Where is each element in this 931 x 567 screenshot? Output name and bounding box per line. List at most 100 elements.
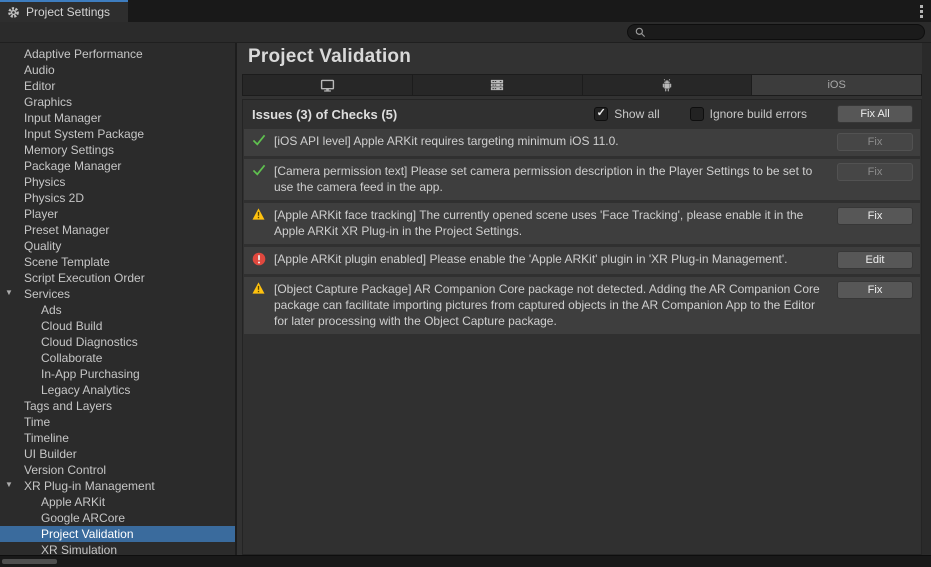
- foldout-triangle-icon[interactable]: ▼: [5, 480, 13, 489]
- edit-button[interactable]: Edit: [837, 251, 913, 269]
- sidebar-item-label: Scene Template: [24, 255, 110, 269]
- fix-button[interactable]: Fix: [837, 207, 913, 225]
- tab-desktop[interactable]: [243, 75, 413, 95]
- issue-row[interactable]: [Object Capture Package] AR Companion Co…: [244, 277, 920, 334]
- sidebar-item-in-app-purchasing[interactable]: In-App Purchasing: [0, 366, 235, 382]
- sidebar-item-ui-builder[interactable]: UI Builder: [0, 446, 235, 462]
- sidebar-item-label: Legacy Analytics: [41, 383, 130, 397]
- sidebar-item-label: Timeline: [24, 431, 69, 445]
- sidebar-item-tags-and-layers[interactable]: Tags and Layers: [0, 398, 235, 414]
- sidebar-item-timeline[interactable]: Timeline: [0, 430, 235, 446]
- sidebar-item-legacy-analytics[interactable]: Legacy Analytics: [0, 382, 235, 398]
- sidebar-item-apple-arkit[interactable]: Apple ARKit: [0, 494, 235, 510]
- sidebar-item-label: Project Validation: [41, 527, 134, 541]
- sidebar-item-label: Audio: [24, 63, 55, 77]
- sidebar-item-label: In-App Purchasing: [41, 367, 140, 381]
- sidebar-item-audio[interactable]: Audio: [0, 62, 235, 78]
- ignore-build-errors-label: Ignore build errors: [710, 107, 807, 121]
- sidebar-item-label: XR Simulation: [41, 543, 117, 555]
- sidebar-item-script-execution-order[interactable]: Script Execution Order: [0, 270, 235, 286]
- search-input[interactable]: [650, 26, 917, 38]
- sidebar-item-time[interactable]: Time: [0, 414, 235, 430]
- check-icon: [251, 133, 266, 146]
- page-title: Project Validation: [242, 44, 922, 74]
- tab-ios[interactable]: iOS: [752, 75, 921, 95]
- sidebar-item-label: Version Control: [24, 463, 106, 477]
- ignore-build-errors-toggle[interactable]: ✓ Ignore build errors: [690, 107, 807, 121]
- fix-button[interactable]: Fix: [837, 163, 913, 181]
- sidebar-item-quality[interactable]: Quality: [0, 238, 235, 254]
- tab-android[interactable]: [583, 75, 753, 95]
- issue-row[interactable]: [Camera permission text] Please set came…: [244, 159, 920, 200]
- sidebar-item-player[interactable]: Player: [0, 206, 235, 222]
- sidebar-item-xr-plug-in-management[interactable]: ▼ XR Plug-in Management: [0, 478, 235, 494]
- sidebar-item-label: Services: [24, 287, 70, 301]
- sidebar-item-label: Physics: [24, 175, 65, 189]
- sidebar-item-project-validation[interactable]: Project Validation: [0, 526, 235, 542]
- sidebar-item-graphics[interactable]: Graphics: [0, 94, 235, 110]
- sidebar-item-adaptive-performance[interactable]: Adaptive Performance: [0, 46, 235, 62]
- show-all-checkbox[interactable]: ✓: [594, 107, 608, 121]
- platform-tabs: iOS: [242, 74, 922, 96]
- sidebar-item-xr-simulation[interactable]: XR Simulation: [0, 542, 235, 555]
- issue-text: [Object Capture Package] AR Companion Co…: [274, 281, 825, 329]
- sidebar-item-memory-settings[interactable]: Memory Settings: [0, 142, 235, 158]
- sidebar-item-label: Script Execution Order: [24, 271, 145, 285]
- project-settings-window: Project Settings Adaptive PerformanceAud…: [0, 0, 931, 567]
- sidebar-item-label: Memory Settings: [24, 143, 114, 157]
- issue-row[interactable]: [Apple ARKit plugin enabled] Please enab…: [244, 247, 920, 274]
- sidebar-item-label: Quality: [24, 239, 61, 253]
- sidebar-list: Adaptive PerformanceAudio Editor Graphics I…: [0, 46, 235, 555]
- sidebar-item-label: Apple ARKit: [41, 495, 105, 509]
- sidebar-item-cloud-diagnostics[interactable]: Cloud Diagnostics: [0, 334, 235, 350]
- sidebar-item-scene-template[interactable]: Scene Template: [0, 254, 235, 270]
- sidebar-item-services[interactable]: ▼ Services: [0, 286, 235, 302]
- window-tab-project-settings[interactable]: Project Settings: [0, 0, 128, 22]
- issue-row[interactable]: [iOS API level] Apple ARKit requires tar…: [244, 129, 920, 156]
- sidebar-item-label: Editor: [24, 79, 55, 93]
- toolbar: [0, 22, 931, 43]
- issue-text: [Camera permission text] Please set came…: [274, 163, 825, 195]
- sidebar-item-physics[interactable]: Physics: [0, 174, 235, 190]
- sidebar-item-preset-manager[interactable]: Preset Manager: [0, 222, 235, 238]
- tab-dedicated-server[interactable]: [413, 75, 583, 95]
- sidebar-item-cloud-build[interactable]: Cloud Build: [0, 318, 235, 334]
- kebab-menu-icon[interactable]: [911, 0, 931, 22]
- sidebar-item-version-control[interactable]: Version Control: [0, 462, 235, 478]
- sidebar-item-label: UI Builder: [24, 447, 77, 461]
- search-box[interactable]: [627, 24, 925, 40]
- validation-panel: Issues (3) of Checks (5) ✓ Show all ✓ Ig…: [242, 99, 922, 555]
- sidebar-item-ads[interactable]: Ads: [0, 302, 235, 318]
- check-icon: [251, 163, 266, 176]
- issue-text: [Apple ARKit plugin enabled] Please enab…: [274, 251, 825, 267]
- show-all-toggle[interactable]: ✓ Show all: [594, 107, 659, 121]
- sidebar-item-editor[interactable]: Editor: [0, 78, 235, 94]
- sidebar-item-package-manager[interactable]: Package Manager: [0, 158, 235, 174]
- gear-icon: [7, 6, 20, 19]
- sidebar-item-physics-2d[interactable]: Physics 2D: [0, 190, 235, 206]
- fix-button[interactable]: Fix: [837, 281, 913, 299]
- tab-ios-label: iOS: [827, 79, 845, 91]
- issue-row[interactable]: [Apple ARKit face tracking] The currentl…: [244, 203, 920, 244]
- sidebar-item-input-system-package[interactable]: Input System Package: [0, 126, 235, 142]
- sidebar-item-label: XR Plug-in Management: [24, 479, 155, 493]
- bottom-scrollbar[interactable]: [0, 555, 931, 567]
- scrollbar-thumb[interactable]: [2, 559, 57, 564]
- sidebar-item-label: Collaborate: [41, 351, 102, 365]
- sidebar-item-input-manager[interactable]: Input Manager: [0, 110, 235, 126]
- sidebar-item-label: Player: [24, 207, 58, 221]
- sidebar-item-collaborate[interactable]: Collaborate: [0, 350, 235, 366]
- foldout-triangle-icon[interactable]: ▼: [5, 288, 13, 297]
- sidebar-item-label: Time: [24, 415, 50, 429]
- sidebar-item-label: Graphics: [24, 95, 72, 109]
- sidebar: Adaptive PerformanceAudio Editor Graphics I…: [0, 43, 237, 555]
- fix-button[interactable]: Fix: [837, 133, 913, 151]
- sidebar-item-label: Google ARCore: [41, 511, 125, 525]
- ignore-build-errors-checkbox[interactable]: ✓: [690, 107, 704, 121]
- sidebar-item-label: Input Manager: [24, 111, 101, 125]
- sidebar-item-google-arcore[interactable]: Google ARCore: [0, 510, 235, 526]
- sidebar-item-label: Physics 2D: [24, 191, 84, 205]
- sidebar-item-label: Cloud Build: [41, 319, 102, 333]
- window-body: Adaptive PerformanceAudio Editor Graphics I…: [0, 43, 931, 555]
- fix-all-button[interactable]: Fix All: [837, 105, 913, 123]
